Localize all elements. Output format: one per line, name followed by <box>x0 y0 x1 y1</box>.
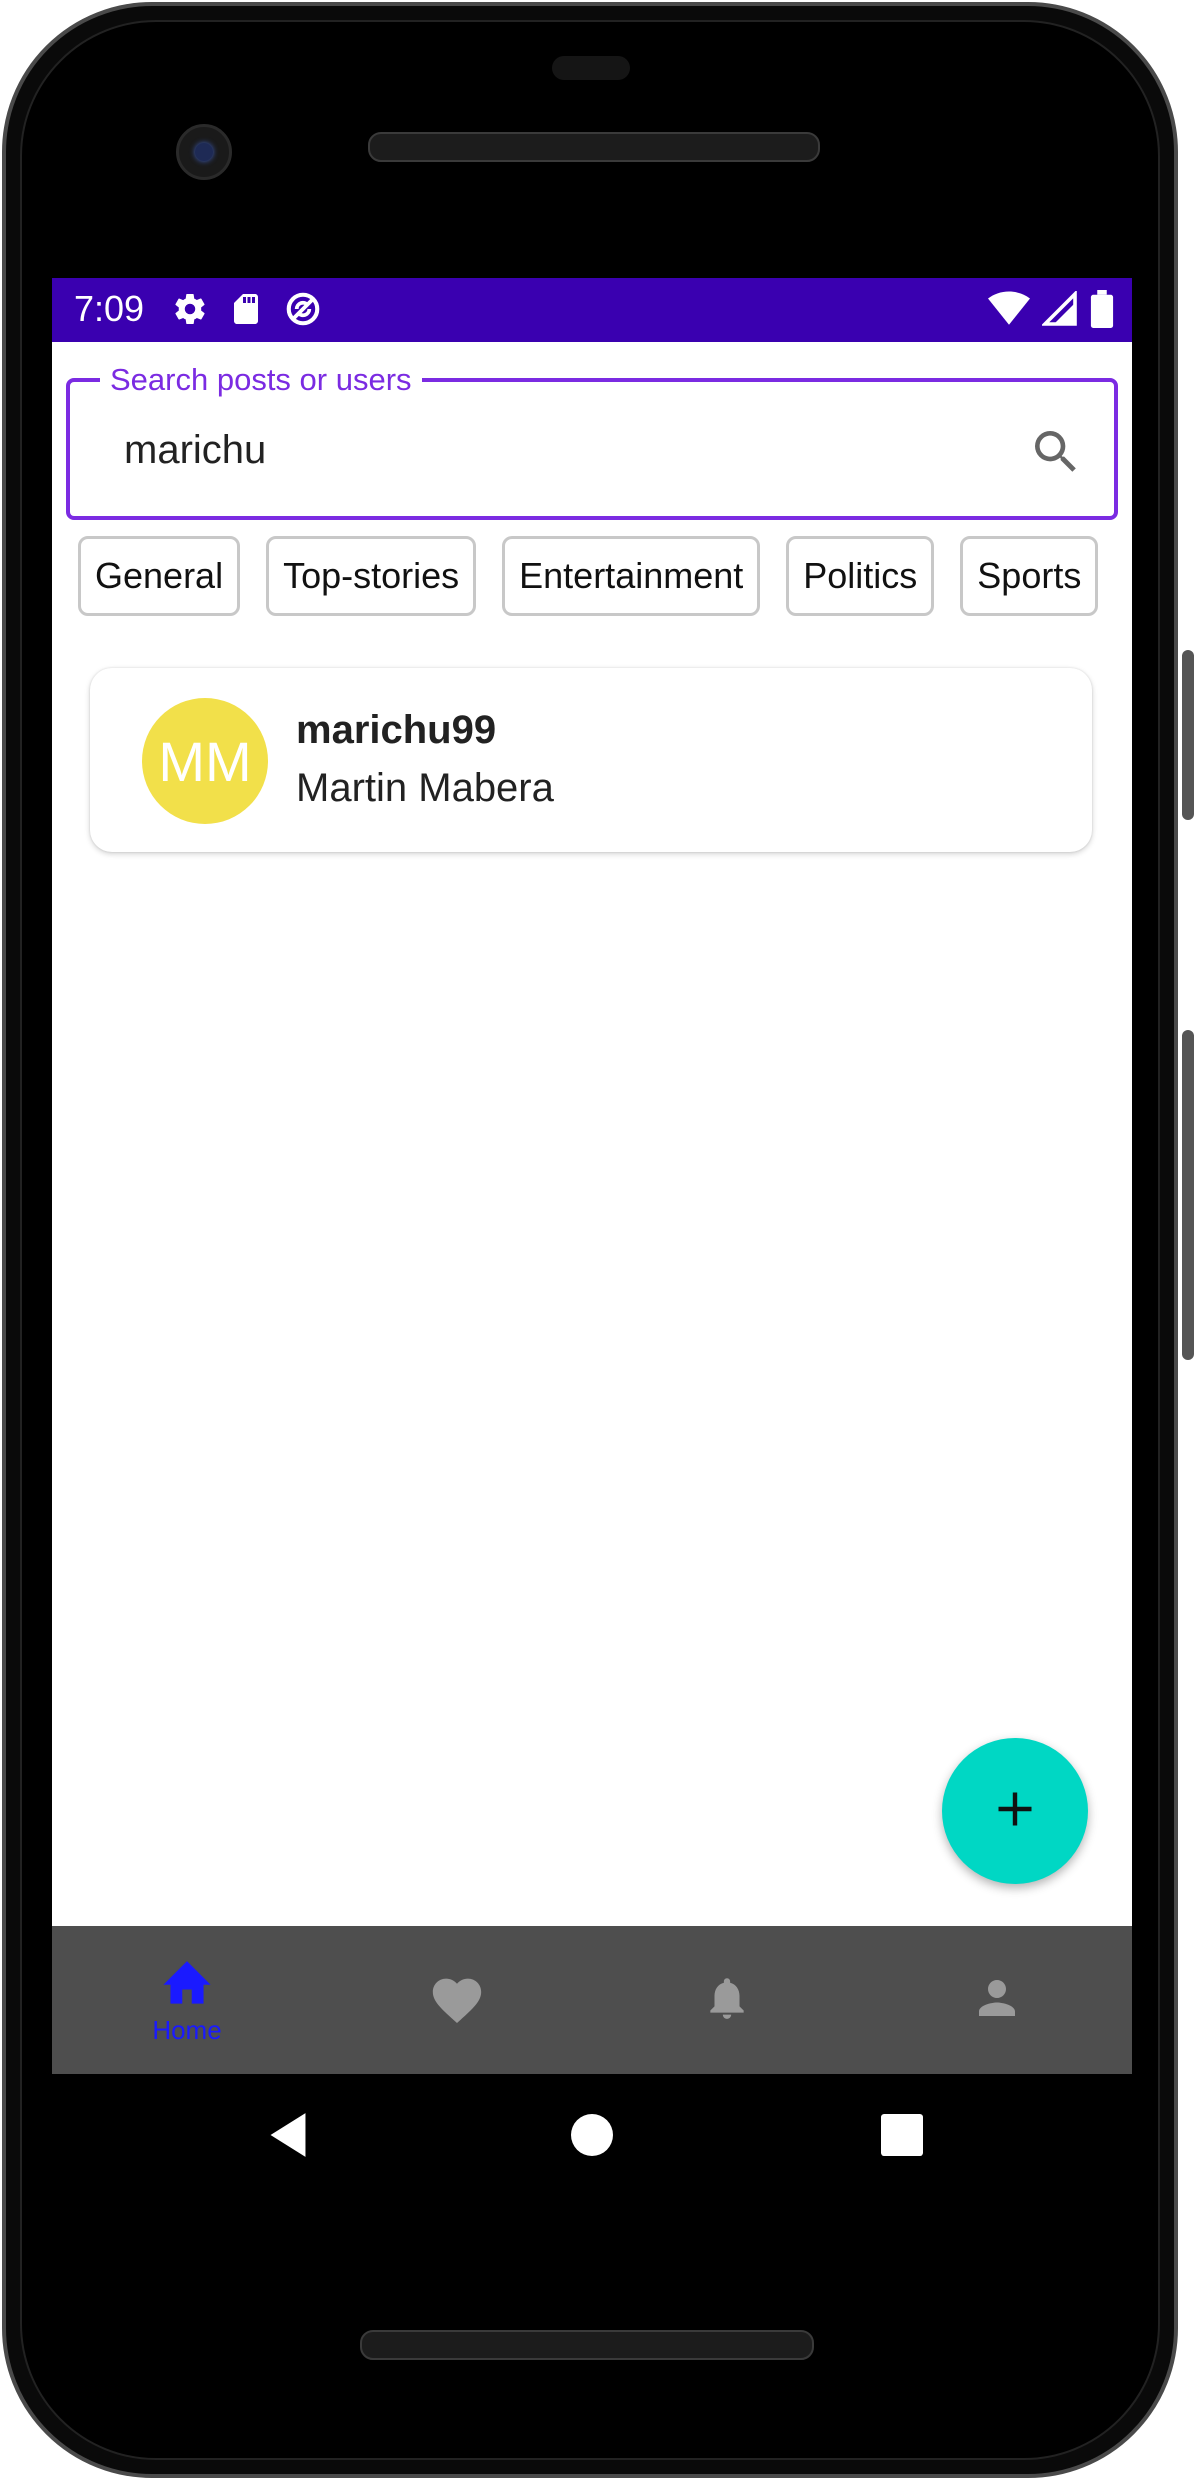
person-icon <box>970 1971 1024 2030</box>
heart-icon <box>428 1971 486 2030</box>
chip-entertainment[interactable]: Entertainment <box>502 536 761 616</box>
volume-button <box>1182 1030 1194 1360</box>
search-field[interactable]: marichu <box>66 378 1118 520</box>
chip-general[interactable]: General <box>78 536 241 616</box>
front-camera <box>176 124 232 180</box>
nav-home-label: Home <box>152 2015 222 2045</box>
battery-icon <box>1090 290 1114 333</box>
search-icon[interactable] <box>1028 424 1084 480</box>
plus-icon <box>993 1787 1037 1836</box>
add-post-button[interactable] <box>942 1738 1088 1884</box>
back-icon[interactable] <box>248 2074 328 2196</box>
bell-icon <box>702 1970 752 2031</box>
nav-notifications[interactable] <box>592 1926 862 2074</box>
avatar: MM <box>142 698 268 824</box>
power-button <box>1182 650 1194 820</box>
nav-profile[interactable] <box>862 1926 1132 2074</box>
bottom-navigation: Home <box>52 1926 1132 2074</box>
home-icon <box>158 1954 216 2011</box>
signal-icon <box>1040 289 1078 332</box>
category-chips: General Top-stories Entertainment Politi… <box>78 536 1099 616</box>
home-circle-icon[interactable] <box>552 2074 632 2196</box>
proximity-sensor <box>552 56 630 80</box>
nav-home[interactable]: Home <box>52 1926 322 2074</box>
sync-icon <box>284 290 322 333</box>
user-result-card[interactable]: MM marichu99 Martin Mabera <box>90 668 1092 852</box>
sd-card-icon <box>230 291 262 332</box>
wifi-icon <box>988 290 1030 333</box>
gear-icon <box>172 291 208 332</box>
chip-politics[interactable]: Politics <box>786 536 935 616</box>
system-navigation-bar <box>52 2074 1132 2196</box>
search-input-value[interactable]: marichu <box>124 428 266 473</box>
chip-top-stories[interactable]: Top-stories <box>266 536 477 616</box>
app-screen: 7:09 marichu Search posts or users Gener… <box>52 278 1132 2074</box>
chip-sports[interactable]: Sports <box>960 536 1099 616</box>
earpiece-speaker <box>368 132 820 162</box>
status-bar: 7:09 <box>52 278 1132 342</box>
nav-favorites[interactable] <box>322 1926 592 2074</box>
status-time: 7:09 <box>74 288 145 329</box>
recents-icon[interactable] <box>862 2074 942 2196</box>
result-full-name: Martin Mabera <box>296 766 554 810</box>
bottom-speaker <box>360 2330 814 2360</box>
search-label: Search posts or users <box>100 362 422 398</box>
result-username: marichu99 <box>296 708 497 752</box>
